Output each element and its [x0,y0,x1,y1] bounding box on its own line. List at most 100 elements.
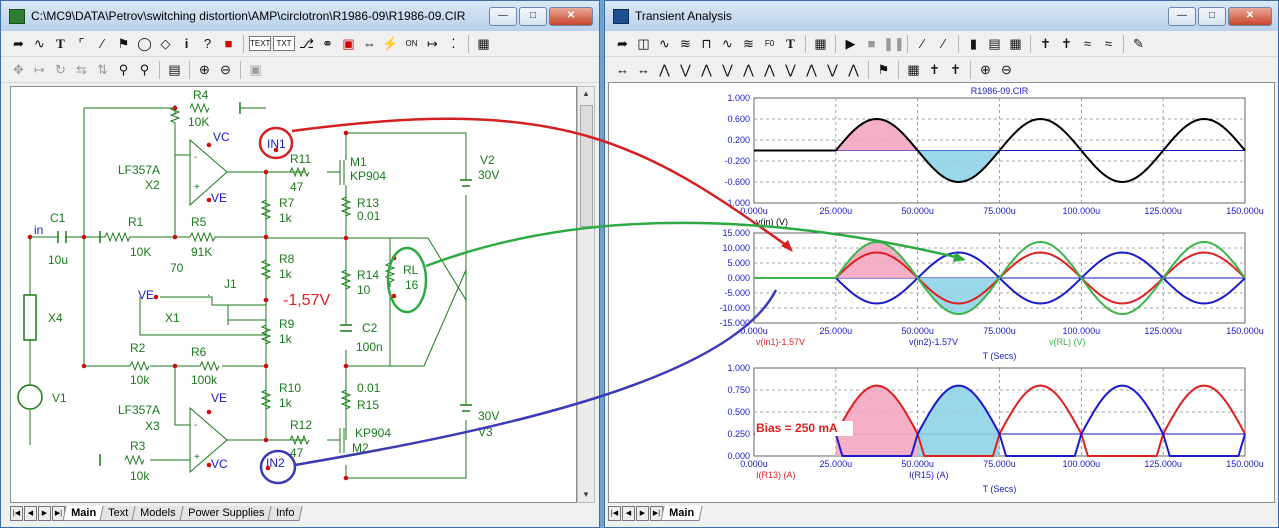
analysis-close-button[interactable]: ✕ [1228,7,1272,26]
shape-icon[interactable]: ◇ [156,34,175,53]
find-icon[interactable]: ⚲ [114,60,133,79]
top-icon[interactable]: ⋀ [802,60,821,79]
peak-find-icon[interactable]: ⋀ [655,60,674,79]
pin-icon[interactable]: ↦ [423,34,442,53]
binoculars-icon[interactable]: ⚲ [135,60,154,79]
page-icon[interactable]: ▤ [165,60,184,79]
tab-power-supplies[interactable]: Power Supplies [179,506,273,521]
scale-icon[interactable]: ◫ [634,34,653,53]
plot-canvas[interactable]: 1.000 0.600 0.200 -0.200 -0.600 -1.000 0.000u 2… [608,82,1275,503]
attribute-icon[interactable]: ⚭ [318,34,337,53]
on-icon[interactable]: ON [402,34,421,53]
analysis-tab-first-icon[interactable]: |◀ [608,506,621,521]
schematic-vertical-scrollbar[interactable]: ▲ ▼ [577,86,595,503]
analysis-properties-icon[interactable]: ▦ [811,34,830,53]
peak-icon[interactable]: ≋ [739,34,758,53]
scroll-down-arrow-icon[interactable]: ▼ [578,488,594,502]
slope-icon[interactable]: ⋀ [844,60,863,79]
analysis-titlebar[interactable]: Transient Analysis — □ ✕ [605,1,1278,31]
line-icon[interactable]: ∕ [913,34,932,53]
global-high-icon[interactable]: ⋀ [760,60,779,79]
tab-prev-icon[interactable]: ◀ [24,506,37,521]
marker-icon[interactable]: ✝ [1057,34,1076,53]
maximize-button[interactable]: □ [519,7,547,26]
valley-find-icon[interactable]: ⋁ [676,60,695,79]
flip-y-icon[interactable]: ⇅ [93,60,112,79]
node-icon[interactable]: ⎇ [297,34,316,53]
diagonal-wire-icon[interactable]: ∕ [93,34,112,53]
analysis-zoom-out-icon[interactable]: ⊖ [997,60,1016,79]
line-2-icon[interactable]: ∕ [934,34,953,53]
inflection-icon[interactable]: ⋀ [739,60,758,79]
help-icon[interactable]: ? [198,34,217,53]
schematic-canvas[interactable] [10,86,577,503]
node-number-icon[interactable]: ▣ [339,34,358,53]
scroll-thumb[interactable] [580,105,593,227]
analysis-maximize-button[interactable]: □ [1198,7,1226,26]
tracker-icon[interactable]: ✝ [925,60,944,79]
text-toggle-icon[interactable]: TEXT [249,36,271,51]
analysis-tab-main[interactable]: Main [660,506,703,521]
schematic-titlebar[interactable]: C:\MC9\DATA\Petrov\switching distortion\… [1,1,599,31]
grid-icon[interactable]: ⁚ [444,34,463,53]
scope-icon[interactable]: ∿ [718,34,737,53]
analysis-tab-next-icon[interactable]: ▶ [636,506,649,521]
flip-x-icon[interactable]: ⇆ [72,60,91,79]
edit-icon[interactable]: ✎ [1129,34,1148,53]
run-icon[interactable]: ▶ [841,34,860,53]
fourier-icon[interactable]: F0 [760,34,779,53]
grid-both-icon[interactable]: ▦ [1006,34,1025,53]
analysis-zoom-in-icon[interactable]: ⊕ [976,60,995,79]
analysis-tab-prev-icon[interactable]: ◀ [622,506,635,521]
wire-icon[interactable]: ∿ [30,34,49,53]
minimize-button[interactable]: — [489,7,517,26]
cursor-right-icon[interactable]: ↔ [634,60,653,79]
cursor-left-icon[interactable]: ↔ [613,60,632,79]
current-icon[interactable]: ⇔ [360,34,379,53]
move-icon[interactable]: ✥ [9,60,28,79]
select-arrow-icon[interactable]: ➦ [9,34,28,53]
grid-horizontal-icon[interactable]: ▤ [985,34,1004,53]
zoom-out-icon[interactable]: ⊖ [216,60,235,79]
tab-info[interactable]: Info [267,506,304,521]
info-letter-icon[interactable]: i [177,34,196,53]
waves-icon[interactable]: ≈ [1099,34,1118,53]
properties-icon[interactable]: ▦ [474,34,493,53]
stop-icon[interactable]: ■ [862,34,881,53]
power-icon[interactable]: ⚡ [381,34,400,53]
text-2-icon[interactable]: TXT [273,36,295,51]
tab-models[interactable]: Models [131,506,185,521]
analysis-select-icon[interactable]: ➦ [613,34,632,53]
camera-icon[interactable]: ▣ [246,60,265,79]
pause-icon[interactable]: ❚❚ [883,34,905,53]
tab-first-icon[interactable]: |◀ [10,506,23,521]
flag-icon[interactable]: ⚑ [114,34,133,53]
bracket-icon[interactable]: ⊓ [697,34,716,53]
grid-vertical-icon[interactable]: ▮ [964,34,983,53]
cursor-icon[interactable]: ✝ [1036,34,1055,53]
analysis-minimize-button[interactable]: — [1168,7,1196,26]
tab-next-icon[interactable]: ▶ [38,506,51,521]
tracker-2-icon[interactable]: ✝ [946,60,965,79]
waveform-icon[interactable]: ∿ [655,34,674,53]
text-icon[interactable]: T [51,34,70,53]
tag-icon[interactable]: ⚑ [874,60,893,79]
close-button[interactable]: ✕ [549,7,593,26]
low-icon[interactable]: ⋁ [718,60,737,79]
rotate-icon[interactable]: ↻ [51,60,70,79]
high-icon[interactable]: ⋀ [697,60,716,79]
stretch-icon[interactable]: ↦ [30,60,49,79]
tilde-icon[interactable]: ≈ [1078,34,1097,53]
zoom-in-icon[interactable]: ⊕ [195,60,214,79]
bottom-icon[interactable]: ⋁ [823,60,842,79]
info-icon[interactable]: ◯ [135,34,154,53]
global-low-icon[interactable]: ⋁ [781,60,800,79]
tab-main[interactable]: Main [62,506,105,521]
scroll-up-arrow-icon[interactable]: ▲ [578,87,594,101]
analysis-text-icon[interactable]: T [781,34,800,53]
x-axis-label: T (Secs) [983,484,1017,494]
orthogonal-wire-icon[interactable]: ⌜ [72,34,91,53]
table-icon[interactable]: ▦ [904,60,923,79]
probe-icon[interactable]: ■ [219,34,238,53]
waveform-2-icon[interactable]: ≋ [676,34,695,53]
